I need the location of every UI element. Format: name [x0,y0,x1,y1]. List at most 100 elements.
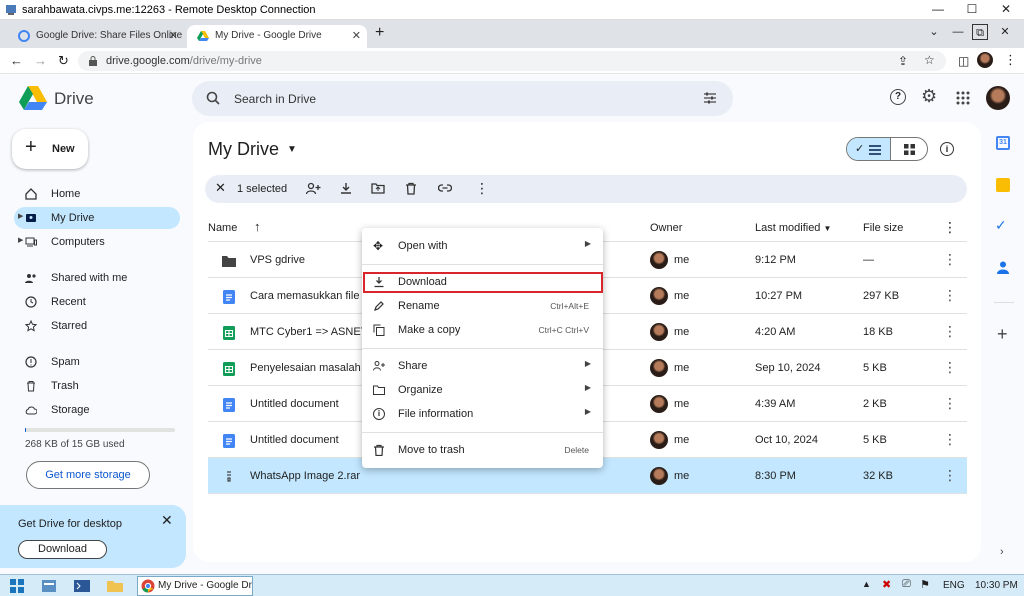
back-icon[interactable]: ← [10,53,23,68]
server-manager-icon[interactable] [39,577,59,595]
forward-icon[interactable]: → [34,53,47,68]
sidebar-item-trash[interactable]: Trash [14,375,180,397]
tab-search-icon[interactable]: ⌄ [926,24,942,40]
window-restore-icon[interactable]: ⧉ [972,24,988,40]
menu-item-make-copy[interactable]: Make a copy Ctrl+C Ctrl+V [362,318,603,342]
tray-up-arrow-icon[interactable]: ▲ [862,579,871,589]
expand-arrow-icon[interactable]: ▶ [18,212,23,220]
profile-avatar[interactable] [977,52,993,68]
row-more-icon[interactable]: ⋮ [943,468,957,482]
menu-icon[interactable]: ⋮ [1004,52,1017,68]
menu-item-share[interactable]: Share ▶ [362,354,603,378]
column-owner-header[interactable]: Owner [650,222,682,234]
tab-google-drive-share[interactable]: Google Drive: Share Files Online w ✕ [8,25,184,48]
file-name: Untitled document [250,434,339,446]
get-more-storage-button[interactable]: Get more storage [26,461,150,489]
close-tab-icon[interactable]: ✕ [169,25,178,47]
column-options-icon[interactable]: ⋮ [943,219,957,236]
row-more-icon[interactable]: ⋮ [943,252,957,266]
side-panel-icon[interactable]: ◫ [958,54,969,68]
sidebar-item-shared[interactable]: Shared with me [14,267,180,289]
trash-icon[interactable] [405,182,417,195]
tray-clock[interactable]: 10:30 PM [975,580,1018,591]
maximize-button[interactable]: ☐ [962,2,982,18]
powershell-icon[interactable] [72,577,92,595]
grid-view-icon[interactable] [904,144,915,155]
menu-item-organize[interactable]: Organize ▶ [362,378,603,402]
tab-my-drive[interactable]: My Drive - Google Drive ✕ [187,25,367,48]
expand-panel-icon[interactable]: › [1000,546,1004,558]
view-toggle[interactable]: ✓ [846,137,928,161]
keep-icon[interactable] [996,178,1010,192]
row-more-icon[interactable]: ⋮ [943,360,957,374]
contacts-icon[interactable] [996,260,1010,274]
account-avatar[interactable] [986,86,1010,110]
owner-avatar [650,467,668,485]
sidebar-item-spam[interactable]: Spam [14,351,180,373]
close-promo-icon[interactable]: ✕ [161,512,173,529]
menu-item-file-information[interactable]: i File information ▶ [362,402,603,426]
sidebar-item-recent[interactable]: Recent [14,291,180,313]
link-icon[interactable] [438,183,452,193]
tasks-icon[interactable]: ✓ [995,217,1007,234]
reload-icon[interactable]: ↻ [58,53,69,69]
bookmark-star-icon[interactable]: ☆ [924,53,935,67]
column-size-header[interactable]: File size [863,222,903,234]
search-input[interactable]: Search in Drive [192,81,733,116]
more-actions-icon[interactable]: ⋮ [475,181,489,195]
start-button-icon[interactable] [7,577,27,595]
share-page-icon[interactable]: ⇪ [898,54,908,68]
share-user-icon[interactable] [306,182,321,195]
file-explorer-icon[interactable] [105,577,125,595]
window-close-icon[interactable]: ✕ [997,24,1013,40]
sort-arrow-up-icon[interactable]: ↑ [254,219,261,234]
close-button[interactable]: ✕ [996,2,1016,18]
column-modified-header[interactable]: Last modified ▼ [755,222,831,234]
address-bar[interactable]: drive.google.com/drive/my-drive ⇪ ☆ [78,51,946,71]
menu-item-move-to-trash[interactable]: Move to trash Delete [362,438,603,462]
clear-selection-icon[interactable]: ✕ [215,180,226,196]
new-button[interactable]: + New [12,129,88,169]
home-icon [25,188,37,200]
page-title[interactable]: My Drive ▼ [208,139,297,160]
sidebar-item-storage[interactable]: Storage [14,399,180,421]
list-view-button[interactable]: ✓ [847,138,891,160]
file-owner: me [674,434,690,446]
taskbar-chrome-button[interactable]: My Drive - Google Dr... [137,576,253,596]
calendar-icon[interactable]: 31 [996,136,1010,150]
menu-item-rename[interactable]: Rename Ctrl+Alt+E [362,294,603,318]
window-minimize-icon[interactable]: — [950,24,966,40]
close-tab-icon[interactable]: ✕ [352,25,361,47]
file-owner: me [674,254,690,266]
download-icon[interactable] [340,182,352,195]
column-name-header[interactable]: Name [208,222,237,234]
tray-language[interactable]: ENG [943,580,965,591]
settings-gear-icon[interactable]: ⚙ [921,86,937,107]
search-options-icon[interactable] [703,91,717,105]
sidebar-item-computers[interactable]: ▶ Computers [14,231,180,253]
download-desktop-button[interactable]: Download [18,540,107,559]
submenu-arrow-icon: ▶ [584,239,591,248]
tray-monitor-icon[interactable]: ⎚ [902,578,911,591]
sidebar-item-home[interactable]: Home [14,183,180,205]
file-owner: me [674,290,690,302]
sidebar-item-label: Trash [51,380,79,392]
tray-network-icon[interactable]: ✖ [882,578,891,591]
info-icon[interactable]: i [940,142,954,156]
menu-item-open-with[interactable]: ✥ Open with ▶ [362,234,603,258]
tray-flag-icon[interactable]: ⚑ [920,578,930,591]
sidebar-item-my-drive[interactable]: ▶ My Drive [14,207,180,229]
row-more-icon[interactable]: ⋮ [943,288,957,302]
move-folder-icon[interactable] [371,182,385,194]
apps-grid-icon[interactable] [956,91,970,105]
new-tab-icon[interactable]: + [375,24,384,42]
help-icon[interactable]: ? [890,89,906,105]
add-addon-icon[interactable]: + [997,324,1008,345]
expand-arrow-icon[interactable]: ▶ [18,236,23,244]
row-more-icon[interactable]: ⋮ [943,432,957,446]
row-more-icon[interactable]: ⋮ [943,324,957,338]
sidebar-item-starred[interactable]: Starred [14,315,180,337]
row-more-icon[interactable]: ⋮ [943,396,957,410]
minimize-button[interactable]: — [928,2,948,18]
desktop-promo: Get Drive for desktop ✕ Download [0,505,186,568]
